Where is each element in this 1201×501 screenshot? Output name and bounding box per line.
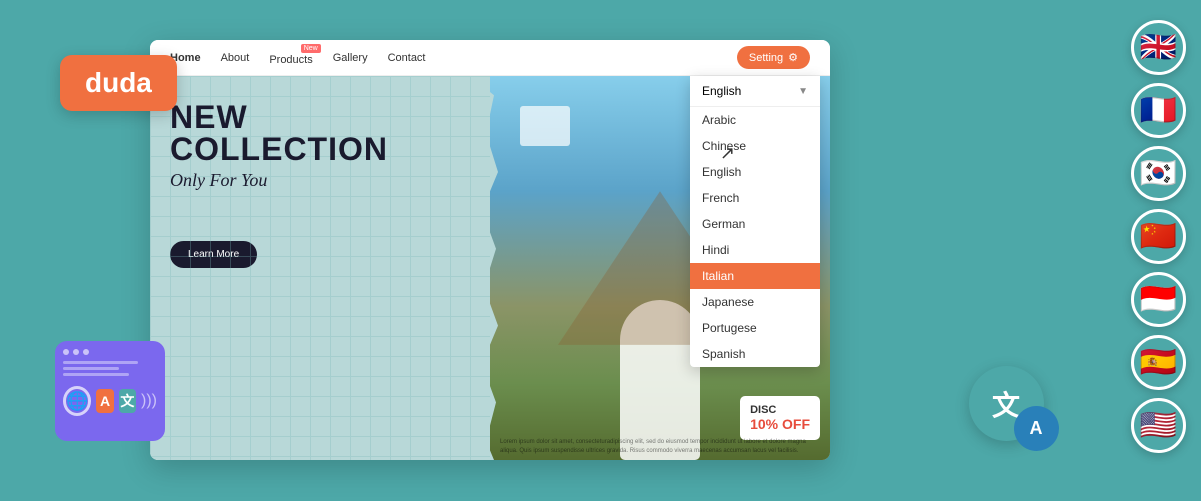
hero-title-line2: COLLECTION <box>170 133 470 165</box>
china-flag[interactable]: 🇨🇳 <box>1131 209 1186 264</box>
nav-contact[interactable]: Contact <box>388 52 426 64</box>
cursor-pointer: ↗ <box>720 143 735 164</box>
translate-zh-badge: 文 <box>119 389 136 413</box>
sound-waves-icon: ))) <box>141 392 157 410</box>
lang-arabic[interactable]: Arabic <box>690 107 820 133</box>
hero-left: NEW COLLECTION Only For You Learn More <box>150 76 490 460</box>
widget-line-3 <box>63 373 129 376</box>
spain-flag[interactable]: 🇪🇸 <box>1131 335 1186 390</box>
selected-language: English <box>702 84 741 98</box>
widget-line-2 <box>63 367 119 370</box>
lang-spanish[interactable]: Spanish <box>690 341 820 367</box>
hero-title-line1: NEW <box>170 101 470 133</box>
gear-icon: ⚙ <box>788 51 798 64</box>
dropdown-header[interactable]: English ▼ <box>690 76 820 107</box>
lang-portugese[interactable]: Portugese <box>690 315 820 341</box>
hero-text: NEW COLLECTION Only For You <box>170 101 470 191</box>
lang-french[interactable]: French <box>690 185 820 211</box>
nav-about[interactable]: About <box>221 52 250 64</box>
widget-dot-2 <box>73 349 79 355</box>
setting-btn-label: Setting <box>749 52 783 64</box>
language-dropdown: English ▼ Arabic Chinese English French … <box>690 76 820 367</box>
discount-value: 10% OFF <box>750 416 810 432</box>
translate-a-badge: A <box>96 389 113 413</box>
korea-flag[interactable]: 🇰🇷 <box>1131 146 1186 201</box>
website-mockup: Home About Products New Gallery Contact … <box>150 40 830 460</box>
hero-subtitle: Only For You <box>170 170 470 191</box>
widget-lines <box>63 359 157 378</box>
products-badge: New <box>301 44 321 53</box>
widget-line-1 <box>63 361 138 364</box>
usa-flag[interactable]: 🇺🇸 <box>1131 398 1186 453</box>
nav-gallery[interactable]: Gallery <box>333 52 368 64</box>
right-translate-widget: 文 A <box>951 356 1061 451</box>
lorem-text: Lorem ipsum dolor sit amet, consectetura… <box>500 438 820 455</box>
translate-bubble-a: A <box>1014 406 1059 451</box>
lang-english[interactable]: English <box>690 159 820 185</box>
lang-chinese[interactable]: Chinese <box>690 133 820 159</box>
flags-column: 🇬🇧 🇫🇷 🇰🇷 🇨🇳 🇮🇩 🇪🇸 🇺🇸 <box>1131 20 1186 453</box>
nav-bar: Home About Products New Gallery Contact … <box>150 40 830 76</box>
lang-japanese[interactable]: Japanese <box>690 289 820 315</box>
left-widget: 🌐 A 文 ))) <box>55 341 165 441</box>
translate-bubble-container: 文 A <box>969 366 1044 441</box>
setting-button[interactable]: Setting ⚙ <box>737 46 810 69</box>
person-silhouette <box>620 300 700 460</box>
lang-german[interactable]: German <box>690 211 820 237</box>
france-flag[interactable]: 🇫🇷 <box>1131 83 1186 138</box>
duda-logo: duda <box>60 55 177 111</box>
photo-overlay-square <box>520 106 570 146</box>
nav-links: Home About Products New Gallery Contact <box>170 50 426 66</box>
indonesia-flag[interactable]: 🇮🇩 <box>1131 272 1186 327</box>
discount-badge: DISC 10% OFF <box>740 396 820 440</box>
widget-dot-1 <box>63 349 69 355</box>
widget-top-bar <box>63 349 157 355</box>
nav-products[interactable]: Products New <box>269 50 312 66</box>
widget-dot-3 <box>83 349 89 355</box>
logo-text: duda <box>85 67 152 98</box>
lang-italian[interactable]: Italian <box>690 263 820 289</box>
globe-icon: 🌐 <box>63 386 91 416</box>
lang-hindi[interactable]: Hindi <box>690 237 820 263</box>
widget-icons-row: 🌐 A 文 ))) <box>63 386 157 416</box>
disc-label: DISC <box>750 404 810 416</box>
dropdown-arrow-icon: ▼ <box>798 86 808 97</box>
uk-flag[interactable]: 🇬🇧 <box>1131 20 1186 75</box>
translate-a-main: A <box>1030 418 1043 439</box>
